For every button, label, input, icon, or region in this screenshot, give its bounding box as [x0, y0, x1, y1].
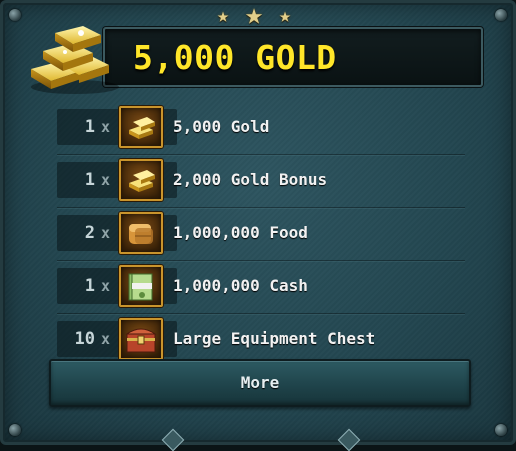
times-sign: x: [101, 224, 111, 242]
item-label: 1,000,000 Cash: [173, 276, 308, 295]
offer-panel: ★ ★ ★ 5,000 GOLD 1 x 5,000 Gold 1 x 2,00…: [0, 0, 516, 451]
gold-bars-icon: [119, 106, 163, 148]
times-sign: x: [101, 171, 111, 189]
item-quantity: 2: [84, 223, 95, 243]
rank-stars: ★ ★ ★: [215, 0, 305, 32]
item-label: 1,000,000 Food: [173, 223, 308, 242]
reward-list: 1 x 5,000 Gold 1 x 2,000 Gold Bonus 2 x …: [57, 102, 465, 366]
food-bread-icon: [119, 212, 163, 254]
bottom-ornaments: [3, 428, 516, 451]
cash-stack-icon: [119, 265, 163, 307]
rivet-top-left: [9, 9, 21, 21]
list-item: 1 x 1,000,000 Cash: [57, 261, 465, 314]
diamond-ornament-icon: [337, 428, 361, 451]
item-label: Large Equipment Chest: [173, 329, 376, 348]
item-label: 2,000 Gold Bonus: [173, 170, 328, 189]
list-item: 1 x 2,000 Gold Bonus: [57, 155, 465, 208]
times-sign: x: [101, 118, 111, 136]
star-icon: ★: [245, 0, 264, 32]
item-quantity: 1: [84, 276, 95, 296]
item-quantity: 10: [74, 329, 95, 349]
star-icon: ★: [217, 3, 230, 27]
offer-title: 5,000 GOLD: [133, 38, 337, 77]
more-button[interactable]: More: [49, 359, 471, 407]
gold-bars-icon: [119, 159, 163, 201]
list-item: 2 x 1,000,000 Food: [57, 208, 465, 261]
times-sign: x: [101, 277, 111, 295]
rivet-top-right: [495, 9, 507, 21]
gold-bars-icon: [25, 17, 125, 97]
item-quantity: 1: [84, 117, 95, 137]
item-quantity: 1: [84, 170, 95, 190]
equipment-chest-icon: [119, 318, 163, 360]
list-item: 1 x 5,000 Gold: [57, 102, 465, 155]
item-label: 5,000 Gold: [173, 117, 270, 136]
diamond-ornament-icon: [161, 428, 185, 451]
times-sign: x: [101, 330, 111, 348]
more-button-label: More: [240, 373, 280, 392]
star-icon: ★: [279, 3, 292, 27]
